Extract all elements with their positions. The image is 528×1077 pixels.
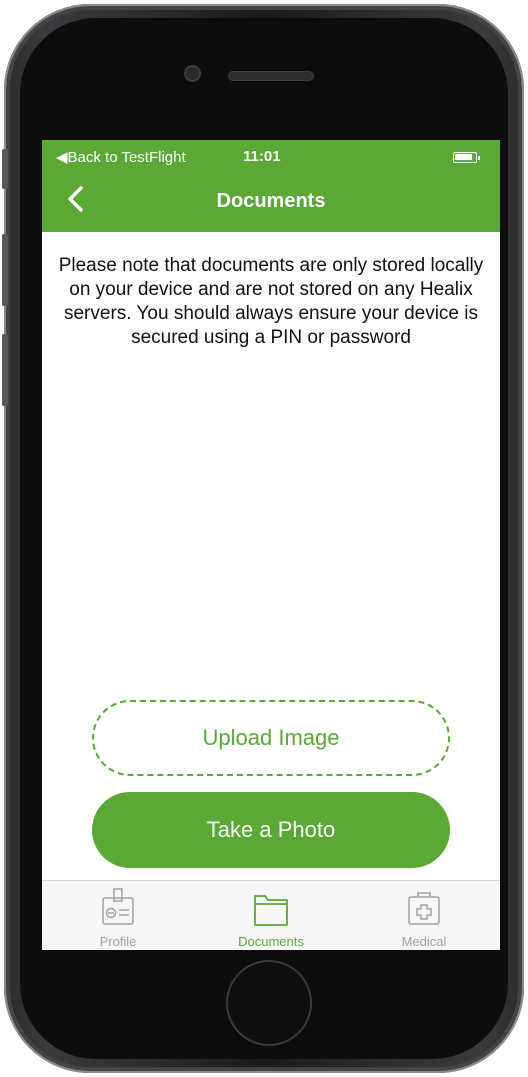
take-photo-button[interactable]: Take a Photo [92,792,450,868]
home-button[interactable] [226,960,312,1046]
app-header: ◀Back to TestFlight 11:01 Documents [42,140,500,232]
tab-medical[interactable]: Medical [348,881,500,950]
back-to-testflight-link[interactable]: ◀Back to TestFlight [56,148,186,166]
earpiece-speaker [229,72,313,80]
page-title: Documents [216,190,326,212]
front-camera [186,67,199,80]
volume-up-button [2,234,8,306]
mute-switch [2,149,8,189]
status-time: 11:01 [243,148,281,165]
tab-profile-label: Profile [99,934,137,949]
tab-documents-label: Documents [238,934,304,949]
tab-profile[interactable]: Profile [42,881,194,950]
battery-icon [453,152,480,163]
folder-icon [254,895,288,926]
volume-down-button [2,334,8,406]
tab-medical-label: Medical [401,934,447,949]
tab-documents[interactable]: Documents [195,881,347,950]
storage-notice: Please note that documents are only stor… [58,255,484,348]
upload-image-button[interactable]: Upload Image [92,700,450,776]
back-triangle-icon: ◀ [56,149,68,166]
status-bar: ◀Back to TestFlight 11:01 [42,140,500,174]
id-badge-icon [102,888,134,925]
app-screen: ◀Back to TestFlight 11:01 Documents Plea… [42,140,500,950]
back-to-testflight-label: Back to TestFlight [67,149,186,166]
tab-bar: Profile Documents Medical [42,880,500,950]
medical-kit-icon [408,892,440,925]
